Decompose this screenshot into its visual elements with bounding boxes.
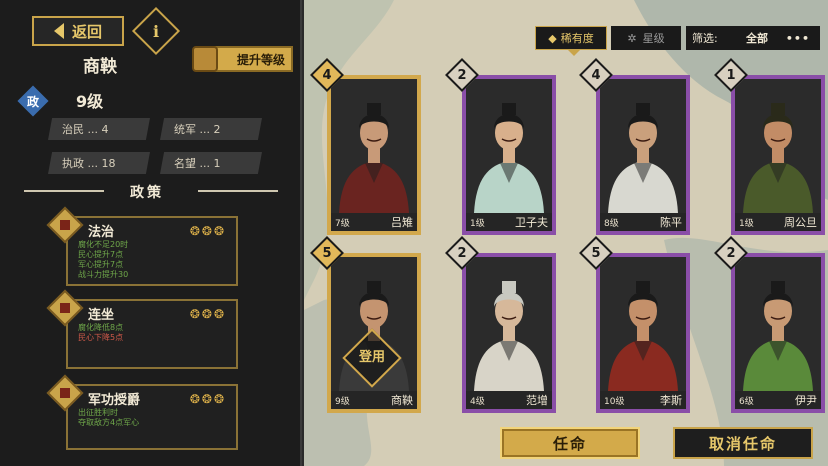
card-name: 范增 <box>526 394 548 407</box>
info-icon: i <box>152 21 160 41</box>
back-button[interactable]: 返回 <box>32 16 124 46</box>
policy-card[interactable]: 军功授爵 ❂❂❂ 出征胜利时 夺取敌方4点军心 <box>46 374 238 450</box>
sort-star-button[interactable]: ✲ 星级 <box>611 26 681 50</box>
upgrade-label: 提升等级 <box>236 52 285 67</box>
rank-value: 4 <box>591 67 601 83</box>
character-card[interactable]: 4 8级 陈平 <box>579 58 690 235</box>
card-name: 商鞅 <box>391 394 413 407</box>
law-icon <box>46 206 84 244</box>
filter-label: 筛选: <box>692 32 718 45</box>
card-name: 伊尹 <box>795 394 817 407</box>
swirl-icons: ❂❂❂ <box>189 392 226 406</box>
policy-effect: 腐化不足20时 <box>78 240 129 249</box>
star-icon: ✲ <box>627 31 637 45</box>
chain-icon <box>46 289 84 327</box>
card-level: 6级 <box>739 397 754 407</box>
character-level: 9级 <box>76 92 104 111</box>
policy-effect: 出征胜利时 <box>78 408 118 417</box>
character-panel: 返回 i 提升等级 商鞅 政 9级 治民 ... 4 统军 ... 2 执政 .… <box>0 0 302 466</box>
rank-value: 2 <box>726 245 736 261</box>
swirl-icons: ❂❂❂ <box>189 224 226 238</box>
diamond-icon: ◆ <box>548 31 557 45</box>
more-icon[interactable]: ••• <box>786 32 810 45</box>
policy-effect: 民心下降5点 <box>78 333 124 342</box>
character-card[interactable]: 2 1级 卫子夫 <box>445 58 556 235</box>
character-portrait <box>735 257 821 391</box>
info-button[interactable]: i <box>131 6 181 56</box>
character-portrait <box>331 79 417 213</box>
character-portrait <box>600 257 686 391</box>
swirl-icons: ❂❂❂ <box>189 307 226 321</box>
sort-rarity-button[interactable]: ◆ 稀有度 <box>535 26 607 56</box>
card-name: 陈平 <box>660 216 682 229</box>
sort-rarity-label: 稀有度 <box>560 32 594 45</box>
cancel-appointment-button[interactable]: 取消任命 <box>673 427 813 459</box>
character-card[interactable]: 1 1级 周公旦 <box>714 58 825 235</box>
upgrade-level-button[interactable]: 提升等级 <box>192 46 293 72</box>
policy-name: 法治 <box>88 225 115 240</box>
filter-dropdown[interactable]: 筛选: 全部 ••• <box>686 26 820 50</box>
character-portrait <box>466 79 552 213</box>
policy-effect: 军心提升7点 <box>78 260 124 269</box>
card-level: 4级 <box>470 397 485 407</box>
rank-value: 5 <box>591 245 601 261</box>
card-level: 10级 <box>604 397 625 407</box>
divider-left <box>24 190 104 192</box>
stat-zhizheng: 执政 ... 18 <box>48 152 150 174</box>
divider-right <box>198 190 278 192</box>
character-portrait <box>466 257 552 391</box>
rank-icon <box>46 374 84 412</box>
character-name: 商鞅 <box>83 57 117 77</box>
stat-zhimin: 治民 ... 4 <box>48 118 150 140</box>
character-card[interactable]: 4 7级 吕雉 <box>310 58 421 235</box>
card-name: 吕雉 <box>391 216 413 229</box>
policy-card[interactable]: 连坐 ❂❂❂ 腐化降低8点 民心下降5点 <box>46 289 238 369</box>
rank-value: 4 <box>322 67 332 83</box>
card-name: 李斯 <box>660 394 682 407</box>
policy-effect: 夺取敌方4点军心 <box>78 418 140 427</box>
policy-name: 连坐 <box>88 308 115 323</box>
stat-tongjun: 统军 ... 2 <box>160 118 262 140</box>
policy-effect: 腐化降低8点 <box>78 323 124 332</box>
character-portrait <box>735 79 821 213</box>
appoint-button[interactable]: 任命 <box>500 427 640 459</box>
rank-value: 2 <box>457 67 467 83</box>
chevron-left-icon <box>53 23 64 39</box>
character-card[interactable]: 5 9级 商鞅 登用 <box>310 236 421 413</box>
stat-mingwang: 名望 ... 1 <box>160 152 262 174</box>
scroll-icon <box>192 46 218 72</box>
filter-value[interactable]: 全部 <box>746 30 768 46</box>
policy-effect: 战斗力提升30 <box>78 270 129 279</box>
policy-card[interactable]: 法治 ❂❂❂ 腐化不足20时 民心提升7点 军心提升7点 战斗力提升30 <box>46 206 238 286</box>
policy-effect: 民心提升7点 <box>78 250 124 259</box>
character-card[interactable]: 5 10级 李斯 <box>579 236 690 413</box>
card-level: 1级 <box>470 219 485 229</box>
rank-value: 2 <box>457 245 467 261</box>
policy-section-title: 政策 <box>130 185 164 201</box>
rank-value: 5 <box>322 245 332 261</box>
class-badge: 政 <box>17 85 49 117</box>
card-name: 周公旦 <box>784 216 817 229</box>
sort-star-label: 星级 <box>642 32 665 45</box>
back-label: 返回 <box>71 22 102 41</box>
class-badge-label: 政 <box>26 94 39 109</box>
rank-value: 1 <box>726 67 736 83</box>
character-card[interactable]: 2 4级 范增 <box>445 236 556 413</box>
card-level: 9级 <box>335 397 350 407</box>
appointed-label: 登用 <box>358 350 385 365</box>
card-name: 卫子夫 <box>515 216 548 229</box>
card-level: 1级 <box>739 219 754 229</box>
policy-name: 军功授爵 <box>88 393 141 408</box>
card-level: 8级 <box>604 219 619 229</box>
caret-down-icon <box>568 50 580 56</box>
card-level: 7级 <box>335 219 350 229</box>
character-card[interactable]: 2 6级 伊尹 <box>714 236 825 413</box>
character-portrait <box>600 79 686 213</box>
